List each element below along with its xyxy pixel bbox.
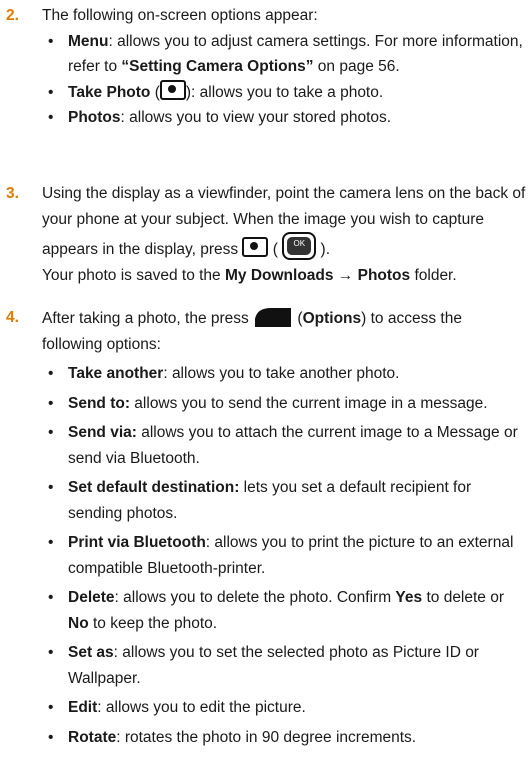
list-item: • Delete: allows you to delete the photo…	[42, 585, 526, 636]
ok-key-label: OK	[287, 237, 312, 255]
list-item: • Menu: allows you to adjust camera sett…	[42, 29, 526, 80]
option-text: : rotates the photo in 90 degree increme…	[116, 728, 417, 746]
step-sentence: folder.	[410, 266, 457, 284]
step-sentence: Your photo is saved to the	[42, 266, 225, 284]
step-sentence: (	[293, 310, 303, 327]
option-text: : allows you to view your stored photos.	[120, 109, 392, 126]
option-term: Take another	[68, 365, 164, 382]
list-item: • Send via: allows you to attach the cur…	[42, 420, 526, 471]
option-term: Set as	[68, 644, 114, 661]
folder-path: My Downloads → Photos	[224, 266, 411, 284]
list-item: • Photos: allows you to view your stored…	[42, 105, 526, 131]
step-number: 4.	[6, 309, 19, 326]
list-item: • Send to: allows you to send the curren…	[42, 391, 526, 417]
bullet: •	[48, 365, 54, 382]
option-term: Set default destination:	[68, 479, 240, 496]
option-text: on page 56.	[313, 58, 400, 75]
option-text: : allows you to edit the picture.	[97, 699, 306, 716]
option-term: Edit	[68, 699, 98, 716]
ok-key-icon: OK	[282, 232, 317, 260]
bullet: •	[48, 589, 54, 606]
list-item: • Set as: allows you to set the selected…	[42, 640, 526, 691]
step-text: Using the display as a viewfinder, point…	[42, 181, 526, 263]
bullet: •	[48, 728, 54, 746]
option-text: to delete or	[422, 589, 505, 606]
option-term: Menu	[68, 32, 109, 50]
list-item: • Take Photo ( ): allows you to take a ph…	[42, 79, 526, 106]
cross-reference-link[interactable]: “Setting Camera Options”	[121, 58, 313, 75]
option-text: allows you to send the current image in …	[130, 394, 488, 412]
bullet: •	[48, 109, 54, 126]
list-item: • Take another: allows you to take anoth…	[42, 361, 526, 387]
option-term: Take Photo	[68, 83, 151, 101]
option-term: Rotate	[68, 728, 117, 746]
option-text: ): allows you to take a photo.	[185, 83, 384, 101]
bullet: •	[48, 394, 54, 412]
option-text: to keep the photo.	[88, 614, 218, 632]
option-term: Print via Bluetooth	[68, 534, 206, 551]
step-sentence: (	[268, 241, 283, 258]
bullet: •	[48, 644, 54, 661]
option-term: Photos	[68, 109, 121, 126]
option-text: (	[150, 83, 160, 101]
step-intro: After taking a photo, the press (Options…	[42, 305, 526, 357]
bullet: •	[48, 534, 54, 551]
camera-key-icon	[242, 237, 269, 257]
option-term: No	[68, 614, 89, 632]
bullet: •	[48, 424, 54, 441]
bullet: •	[48, 699, 54, 716]
option-text: : allows you to set the selected photo a…	[68, 644, 479, 687]
step-number: 2.	[6, 7, 19, 24]
list-item: • Set default destination: lets you set …	[42, 475, 526, 526]
bullet: •	[48, 32, 54, 50]
bullet: •	[48, 479, 54, 496]
step-sentence: After taking a photo, the press	[42, 310, 254, 327]
step-intro: The following on-screen options appear:	[42, 7, 318, 24]
manual-page: 2. The following on-screen options appea…	[0, 0, 532, 763]
step-sentence: ).	[316, 241, 331, 258]
options-term: Options	[302, 310, 362, 327]
list-item: • Edit: allows you to edit the picture.	[42, 695, 526, 721]
option-term: Delete	[68, 589, 115, 606]
camera-key-icon	[159, 79, 186, 100]
step-result: Your photo is saved to the My Downloads …	[42, 263, 526, 289]
option-term: Send to:	[68, 394, 130, 412]
option-text: : allows you to take another photo.	[163, 365, 400, 382]
option-term: Yes	[395, 589, 423, 606]
list-item: • Print via Bluetooth: allows you to pri…	[42, 530, 526, 581]
option-term: Send via:	[68, 424, 137, 441]
list-item: • Rotate: rotates the photo in 90 degree…	[42, 725, 526, 751]
step-number: 3.	[6, 185, 19, 202]
left-softkey-icon	[253, 305, 293, 329]
bullet: •	[48, 83, 54, 101]
option-text: : allows you to delete the photo. Confir…	[114, 589, 396, 606]
